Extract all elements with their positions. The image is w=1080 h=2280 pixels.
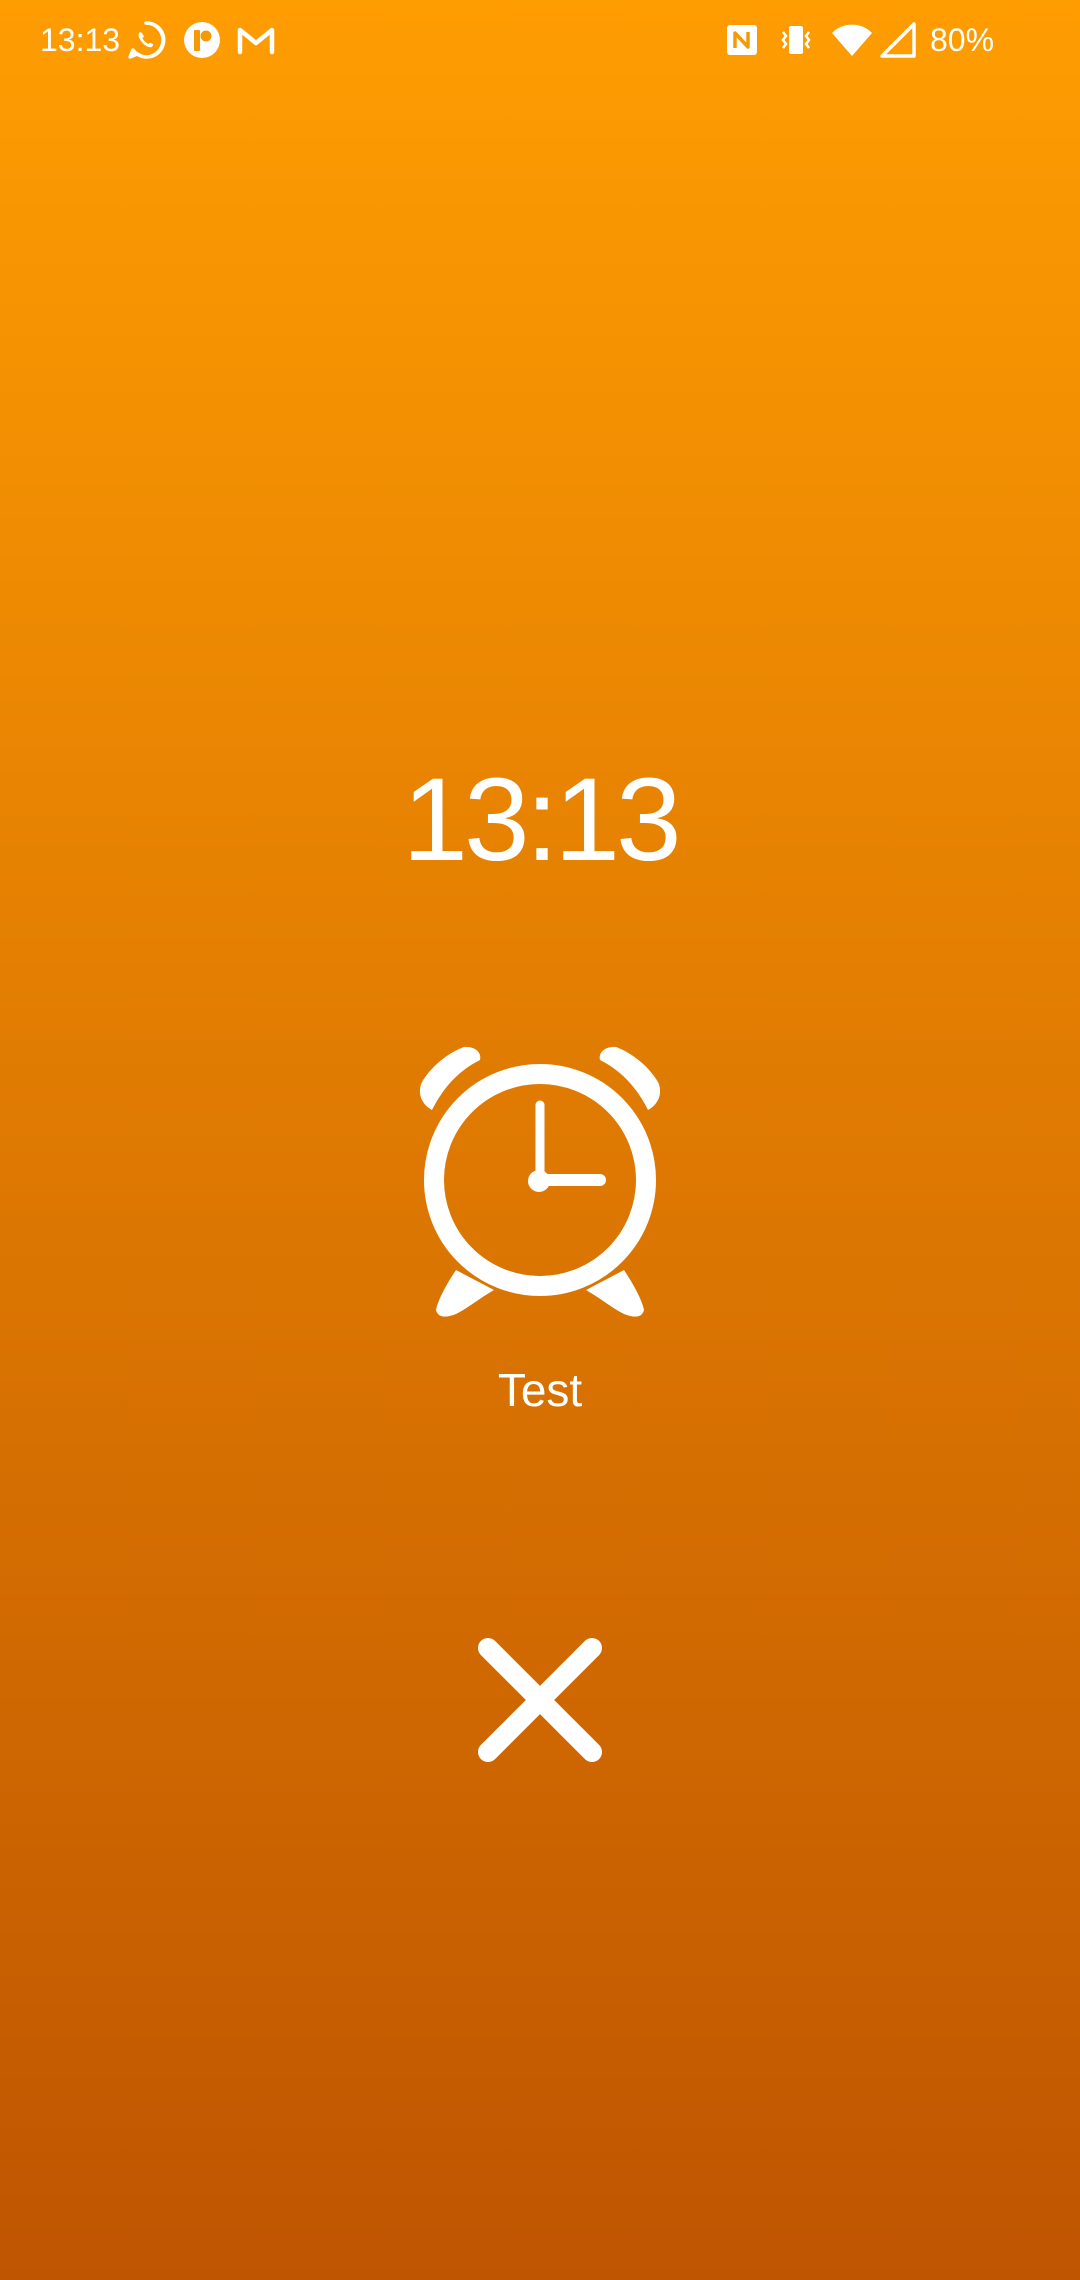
close-icon <box>478 1638 602 1762</box>
dismiss-button[interactable] <box>470 1630 610 1770</box>
status-bar: 13:13 80% <box>0 0 1080 80</box>
gmail-icon <box>234 18 278 62</box>
alarm-clock-icon <box>412 1040 668 1320</box>
cell-signal-icon <box>876 18 920 62</box>
alarm-label: Test <box>497 1364 583 1416</box>
whatsapp-icon <box>124 18 168 62</box>
alarm-time: 13:13 <box>402 754 681 886</box>
nfc-icon <box>720 18 764 62</box>
wifi-icon <box>830 18 874 62</box>
battery-percent: 80% <box>930 22 995 58</box>
alarm-screen: 13:13 80% 13:13 Test <box>0 0 1080 2280</box>
vibrate-icon <box>774 18 818 62</box>
messenger-app-icon <box>180 18 224 62</box>
status-time: 13:13 <box>40 22 121 58</box>
